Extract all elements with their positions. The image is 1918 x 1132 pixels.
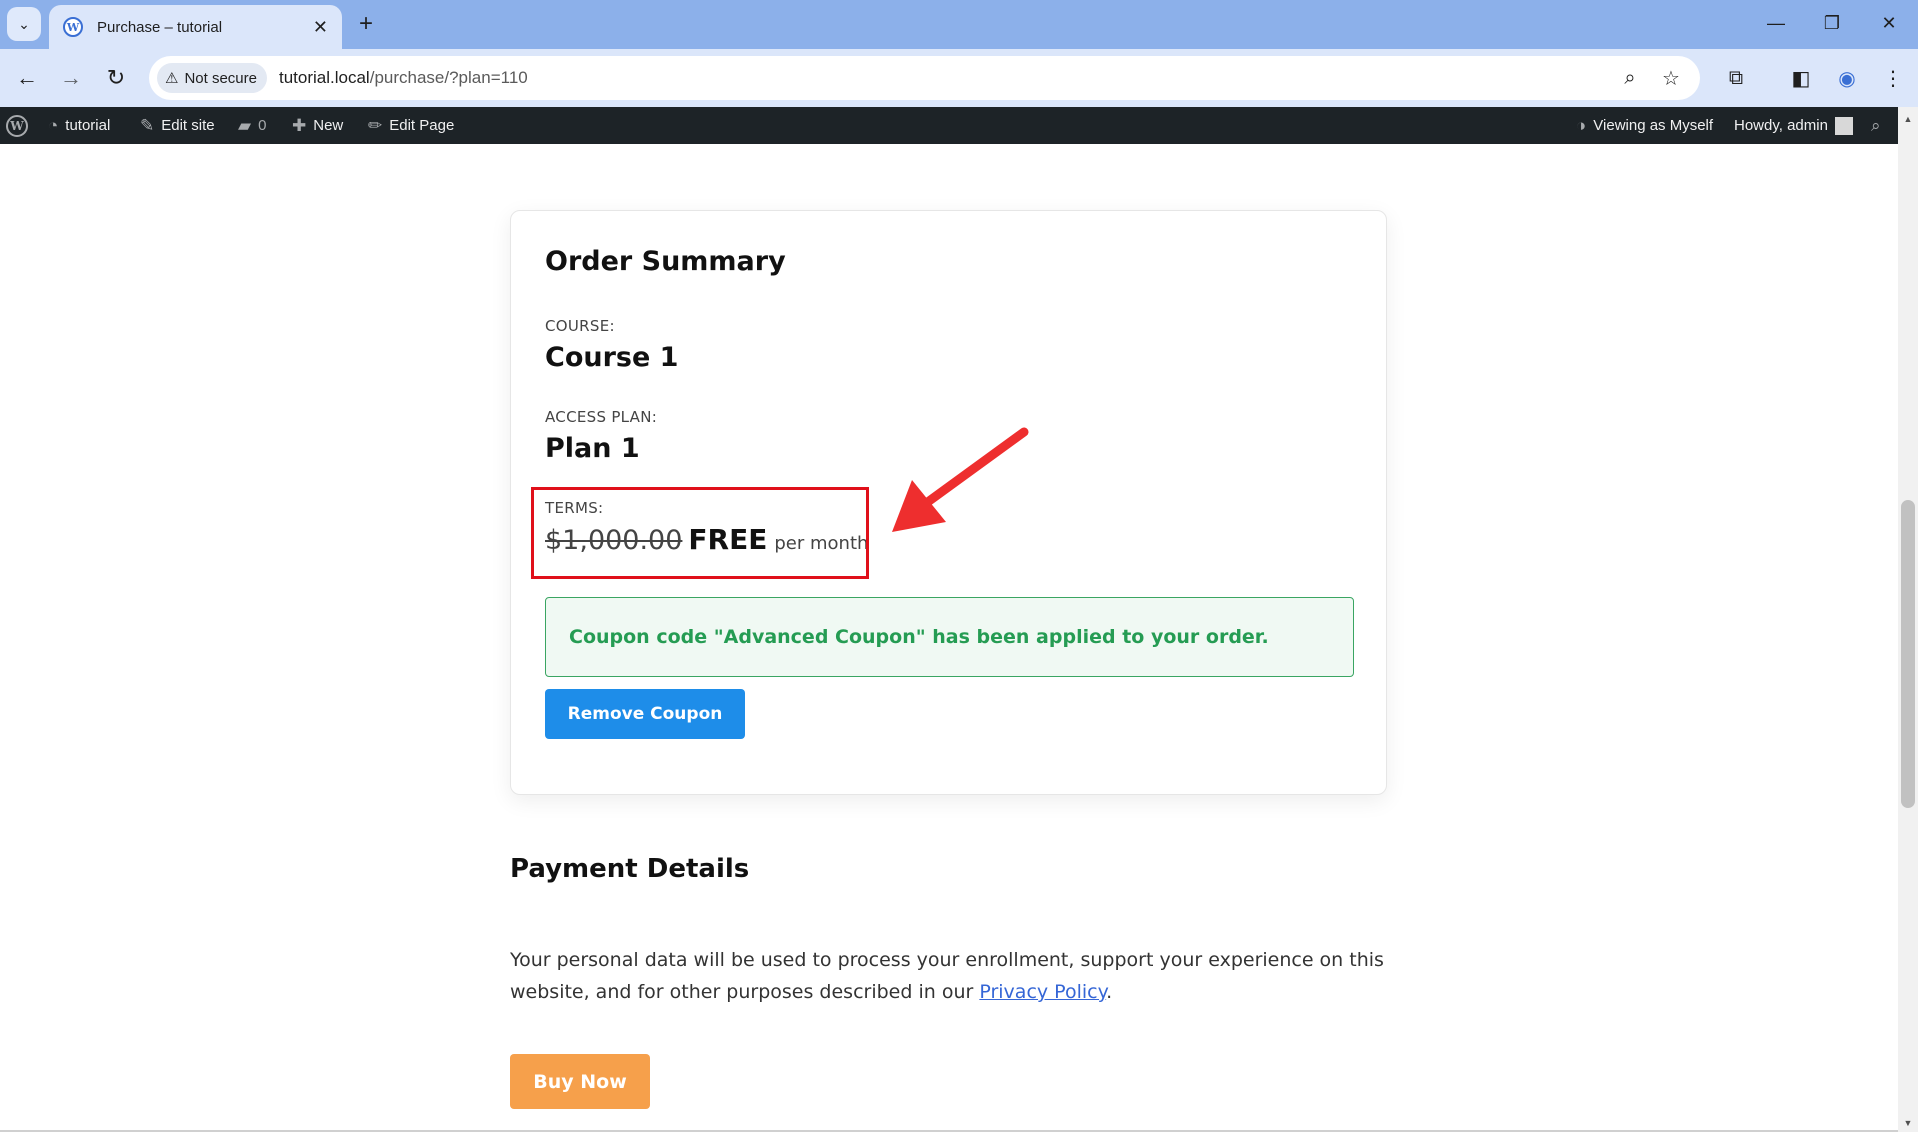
coupon-applied-notice: Coupon code "Advanced Coupon" has been a… [545,597,1354,677]
comment-icon: ▰ [238,115,252,135]
warning-icon: ⚠ [165,70,179,87]
edit-site-label: Edit site [161,117,215,134]
kebab-menu-icon[interactable]: ⋮ [1878,63,1908,93]
annotation-highlight-box [531,487,869,579]
view-as-icon: ◑ [1576,115,1587,135]
wp-admin-bar: W ◔ tutorial ✎ Edit site ▰ 0 ✚ New ✏ Edi… [0,107,1918,144]
payment-details-heading: Payment Details [510,854,750,884]
url-path: /purchase/?plan=110 [369,68,528,87]
restore-icon[interactable]: ❐ [1812,8,1852,38]
address-bar[interactable]: ⚠ Not secure tutorial.local/purchase/?pl… [149,56,1700,100]
tab-search-button[interactable]: ⌄ [7,7,41,41]
edit-page-link[interactable]: ✏ Edit Page [368,107,454,144]
order-summary-heading: Order Summary [545,246,786,277]
privacy-text-after: . [1106,981,1113,1003]
access-plan-value: Plan 1 [545,433,640,464]
plus-icon: ✚ [292,115,307,135]
brush-icon: ✎ [140,115,155,135]
comments-count: 0 [258,117,267,134]
url-text[interactable]: tutorial.local/purchase/?plan=110 [279,68,528,88]
puzzle-icon[interactable]: ⧉ [1721,63,1751,93]
comments-link[interactable]: ▰ 0 [238,107,266,144]
browser-toolbar: ← → ↻ ⚠ Not secure tutorial.local/purcha… [0,49,1918,107]
url-host: tutorial.local [279,68,370,87]
site-name: tutorial [65,117,111,134]
dashboard-icon: ◔ [48,115,59,135]
sidepanel-icon[interactable]: ◧ [1786,63,1816,93]
tab-title: Purchase – tutorial [97,18,223,36]
back-button[interactable]: ← [12,63,42,93]
access-plan-label: ACCESS PLAN: [545,408,658,426]
pencil-icon: ✏ [368,115,383,135]
star-icon[interactable]: ☆ [1659,66,1683,90]
edit-page-label: Edit Page [389,117,455,134]
howdy-label: Howdy, admin [1734,117,1828,134]
wordpress-icon: W [63,17,83,37]
zoom-icon[interactable]: ⌕ [1618,66,1642,90]
privacy-policy-link[interactable]: Privacy Policy [979,981,1106,1003]
viewing-as-menu[interactable]: ◑ Viewing as Myself [1576,107,1713,144]
arrow-right-icon: → [60,65,82,90]
browser-tab-bar: ⌄ W Purchase – tutorial ✕ + — ❐ ✕ [0,0,1918,49]
scroll-up-icon[interactable]: ▲ [1901,112,1915,126]
security-chip[interactable]: ⚠ Not secure [157,63,267,93]
admin-search[interactable]: ⌕ [1871,107,1881,144]
minimize-icon[interactable]: — [1756,8,1796,38]
account-menu[interactable]: Howdy, admin [1734,107,1853,144]
security-label: Not secure [184,69,257,87]
buy-now-button[interactable]: Buy Now [510,1054,650,1109]
scroll-down-icon[interactable]: ▼ [1901,1116,1915,1130]
remove-coupon-button[interactable]: Remove Coupon [545,689,745,739]
wp-logo-menu[interactable]: W [6,107,28,144]
coupon-message: Coupon code "Advanced Coupon" has been a… [569,626,1269,648]
window-close-icon[interactable]: ✕ [1869,8,1909,38]
privacy-text-before: Your personal data will be used to proce… [510,949,1384,1003]
new-label: New [313,117,344,134]
search-icon: ⌕ [1871,115,1881,135]
reload-icon: ↻ [106,65,126,90]
arrow-left-icon: ← [16,65,38,90]
wordpress-icon: W [6,114,28,137]
privacy-notice: Your personal data will be used to proce… [510,944,1390,1008]
viewing-as-label: Viewing as Myself [1593,117,1714,134]
edit-site-link[interactable]: ✎ Edit site [140,107,215,144]
site-name-menu[interactable]: ◔ tutorial [48,107,110,144]
browser-tab-active[interactable]: W Purchase – tutorial ✕ [49,5,342,49]
course-value: Course 1 [545,342,679,373]
page-scrollbar-thumb[interactable] [1901,500,1915,808]
new-content-menu[interactable]: ✚ New [292,107,343,144]
avatar [1834,116,1853,135]
close-icon[interactable]: ✕ [313,17,328,38]
forward-button[interactable]: → [56,63,86,93]
annotation-arrow-icon [892,427,1029,532]
reload-button[interactable]: ↻ [101,63,131,93]
chevron-down-icon: ⌄ [18,15,30,32]
new-tab-button[interactable]: + [352,10,380,38]
course-label: COURSE: [545,317,615,335]
profile-icon[interactable]: ◉ [1832,63,1862,93]
